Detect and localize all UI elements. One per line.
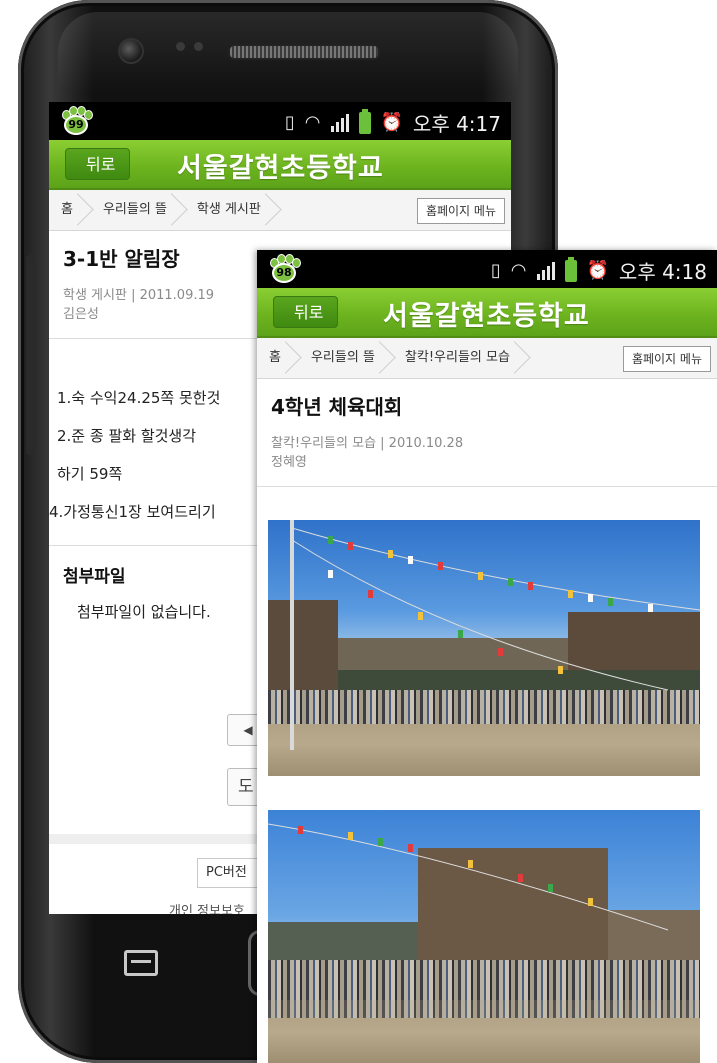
vibrate-icon: ▯ — [284, 112, 295, 133]
school-title: 서울갈현초등학교 — [383, 301, 590, 332]
vibrate-icon: ▯ — [490, 260, 501, 281]
menu-key-icon[interactable] — [124, 950, 158, 976]
breadcrumb-garden[interactable]: 우리들의 뜰 — [299, 338, 393, 378]
status-bar: 99 ▯ ◠ ⏰ 오후 4:17 — [49, 102, 511, 140]
earpiece-speaker — [228, 44, 380, 60]
back-button[interactable]: 뒤로 — [273, 296, 339, 328]
app-header: 뒤로 서울갈현초등학교 — [257, 288, 717, 338]
post-meta: 찰칵!우리들의 모습 | 2010.10.28 정혜영 — [271, 434, 703, 472]
signal-icon — [536, 261, 555, 280]
status-bar: 98 ▯ ◠ ⏰ 오후 4:18 — [257, 250, 717, 288]
post-header: 4학년 체육대회 찰칵!우리들의 모습 | 2010.10.28 정혜영 — [257, 379, 717, 487]
breadcrumb: 홈 우리들의 뜰 찰칵!우리들의 모습 홈페이지 메뉴 — [257, 338, 717, 379]
post-author: 정혜영 — [271, 455, 307, 470]
front-camera — [118, 38, 144, 64]
wifi-icon: ◠ — [510, 260, 527, 281]
alarm-icon: ⏰ — [380, 112, 403, 133]
post-category-date: 찰칵!우리들의 모습 | 2010.10.28 — [271, 436, 464, 451]
homepage-menu-button[interactable]: 홈페이지 메뉴 — [416, 198, 505, 224]
post-title: 4학년 체육대회 — [271, 395, 403, 419]
battery-icon — [358, 108, 371, 134]
app-header: 뒤로 서울갈현초등학교 — [49, 140, 511, 190]
volume-key — [26, 255, 36, 455]
breadcrumb-board[interactable]: 학생 게시판 — [185, 190, 279, 230]
breadcrumb-home[interactable]: 홈 — [257, 338, 299, 378]
paw-badge-icon: 98 — [267, 254, 301, 284]
proximity-sensor — [176, 42, 185, 51]
bunting-flags — [291, 527, 700, 691]
breadcrumb-home[interactable]: 홈 — [49, 190, 91, 230]
wifi-icon: ◠ — [304, 112, 321, 133]
homepage-menu-button[interactable]: 홈페이지 메뉴 — [622, 346, 711, 372]
post-photo-1[interactable] — [268, 520, 700, 776]
paw-badge-icon: 99 — [59, 106, 93, 136]
bunting-flags — [268, 823, 669, 931]
alarm-icon: ⏰ — [586, 260, 609, 281]
breadcrumb-photos[interactable]: 찰칵!우리들의 모습 — [393, 338, 528, 378]
privacy-link[interactable]: 개인 정보보호 — [169, 900, 245, 914]
breadcrumb-garden[interactable]: 우리들의 뜰 — [91, 190, 185, 230]
signal-icon — [330, 113, 349, 132]
back-button[interactable]: 뒤로 — [65, 148, 131, 180]
breadcrumb: 홈 우리들의 뜰 학생 게시판 홈페이지 메뉴 — [49, 190, 511, 231]
clock: 오후 4:18 — [618, 260, 707, 284]
battery-icon — [564, 256, 577, 282]
school-title: 서울갈현초등학교 — [177, 153, 384, 184]
phone-screen-front: 98 ▯ ◠ ⏰ 오후 4:18 뒤로 서울갈현초등학교 홈 우리들의 뜰 찰칵… — [257, 250, 717, 1063]
light-sensor — [194, 42, 203, 51]
post-photo-2[interactable] — [268, 810, 700, 1063]
clock: 오후 4:17 — [412, 112, 501, 136]
